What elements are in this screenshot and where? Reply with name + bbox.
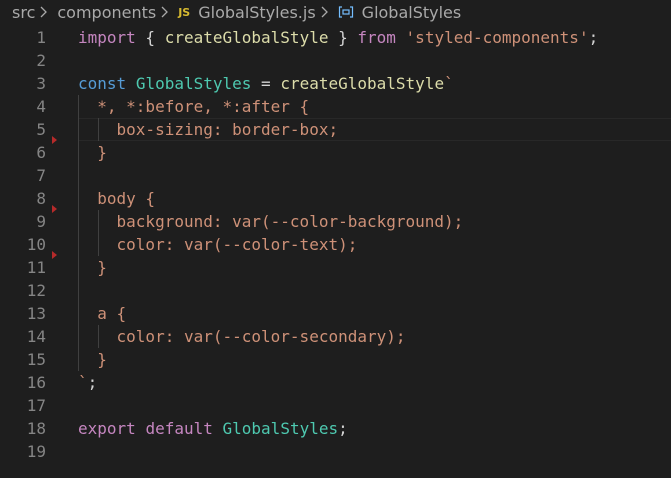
breadcrumb-item-src[interactable]: src [12, 3, 35, 22]
breadcrumb-label: GlobalStyles.js [198, 2, 316, 22]
line-number: 2 [36, 51, 46, 70]
line-number: 19 [26, 442, 46, 461]
code-token: color: var(--color-text); [78, 235, 358, 254]
code-line[interactable]: box-sizing: border-box; [78, 118, 598, 141]
line-number: 14 [26, 327, 46, 346]
line-number: 17 [26, 396, 46, 415]
code-token: } [78, 350, 107, 369]
breadcrumb-label: components [57, 2, 157, 22]
line-number: 12 [26, 281, 46, 300]
code-token: createGlobalStyle [280, 74, 445, 93]
fold-marker-icon[interactable] [52, 251, 57, 259]
code-token: ` [444, 74, 454, 93]
line-number: 13 [26, 304, 46, 323]
code-token: *, *:before, *:after { [78, 97, 310, 116]
editor-window: src components JS GlobalStyles.js Global… [0, 0, 671, 478]
code-line[interactable]: background: var(--color-background); [78, 210, 598, 233]
code-token: ; [338, 419, 348, 438]
code-line[interactable]: } [78, 256, 598, 279]
fold-marker-icon[interactable] [52, 136, 57, 144]
code-token: const [78, 74, 127, 93]
js-file-icon: JS [178, 5, 191, 19]
breadcrumb-item-symbol[interactable]: GlobalStyles [338, 2, 462, 22]
breadcrumb-item-file[interactable]: JS GlobalStyles.js [178, 3, 315, 22]
line-number: 11 [26, 258, 46, 277]
line-number: 9 [36, 212, 46, 231]
code-line[interactable]: export default GlobalStyles; [78, 417, 598, 440]
code-line[interactable] [78, 394, 598, 417]
line-number: 15 [26, 350, 46, 369]
code-area[interactable]: import { createGlobalStyle } from 'style… [78, 26, 598, 463]
fold-marker-icon[interactable] [52, 205, 57, 213]
code-token: body { [78, 189, 156, 208]
code-token: } [78, 258, 107, 277]
code-line[interactable]: color: var(--color-secondary); [78, 325, 598, 348]
code-token: ` [78, 373, 88, 392]
breadcrumb: src components JS GlobalStyles.js Global… [0, 0, 671, 24]
code-token: from [357, 28, 396, 47]
code-token: } [78, 143, 107, 162]
code-token: export [78, 419, 136, 438]
code-line[interactable]: `; [78, 371, 598, 394]
code-line[interactable]: color: var(--color-text); [78, 233, 598, 256]
code-token: default [145, 419, 213, 438]
breadcrumb-label: GlobalStyles [361, 2, 462, 22]
code-line[interactable]: *, *:before, *:after { [78, 95, 598, 118]
code-line[interactable]: body { [78, 187, 598, 210]
code-token: GlobalStyles [135, 74, 252, 93]
breadcrumb-label: src [12, 2, 36, 22]
code-line[interactable] [78, 440, 598, 463]
chevron-right-icon [39, 5, 55, 19]
chevron-right-icon [320, 5, 336, 19]
breadcrumb-item-components[interactable]: components [57, 3, 156, 22]
code-token: background: var(--color-background); [78, 212, 464, 231]
line-number: 4 [36, 97, 46, 116]
code-line[interactable] [78, 49, 598, 72]
chevron-right-icon [160, 5, 176, 19]
code-token: box-sizing: border-box; [78, 120, 339, 139]
code-editor[interactable]: 1 2 3 4 5 6 7 8 9 10 11 12 13 14 15 16 17 18 19 import { c… [0, 24, 671, 478]
code-line[interactable] [78, 279, 598, 302]
code-line[interactable]: } [78, 141, 598, 164]
code-token: { [135, 28, 165, 47]
code-token: = [251, 74, 281, 93]
code-token: a { [78, 304, 127, 323]
line-number: 1 [36, 28, 46, 47]
line-number-gutter[interactable]: 1 2 3 4 5 6 7 8 9 10 11 12 13 14 15 16 17 18 19 [0, 26, 46, 463]
symbol-variable-icon [338, 5, 354, 19]
code-token: ; [87, 373, 98, 392]
code-line[interactable]: import { createGlobalStyle } from 'style… [78, 26, 598, 49]
code-token: ; [588, 28, 599, 47]
code-line[interactable]: const GlobalStyles = createGlobalStyle` [78, 72, 598, 95]
code-token: 'styled-components' [405, 28, 589, 47]
line-number: 16 [26, 373, 46, 392]
code-token: createGlobalStyle [164, 28, 329, 47]
line-number: 8 [36, 189, 46, 208]
line-number: 3 [36, 74, 46, 93]
code-line[interactable]: a { [78, 302, 598, 325]
code-token: } [328, 28, 358, 47]
line-number: 18 [26, 419, 46, 438]
code-line[interactable] [78, 164, 598, 187]
line-number: 10 [26, 235, 46, 254]
line-number: 5 [36, 120, 46, 139]
line-number: 7 [36, 166, 46, 185]
code-token: GlobalStyles [222, 419, 339, 438]
line-number: 6 [36, 143, 46, 162]
code-line[interactable]: } [78, 348, 598, 371]
code-token: import [78, 28, 136, 47]
code-token: color: var(--color-secondary); [78, 327, 406, 346]
